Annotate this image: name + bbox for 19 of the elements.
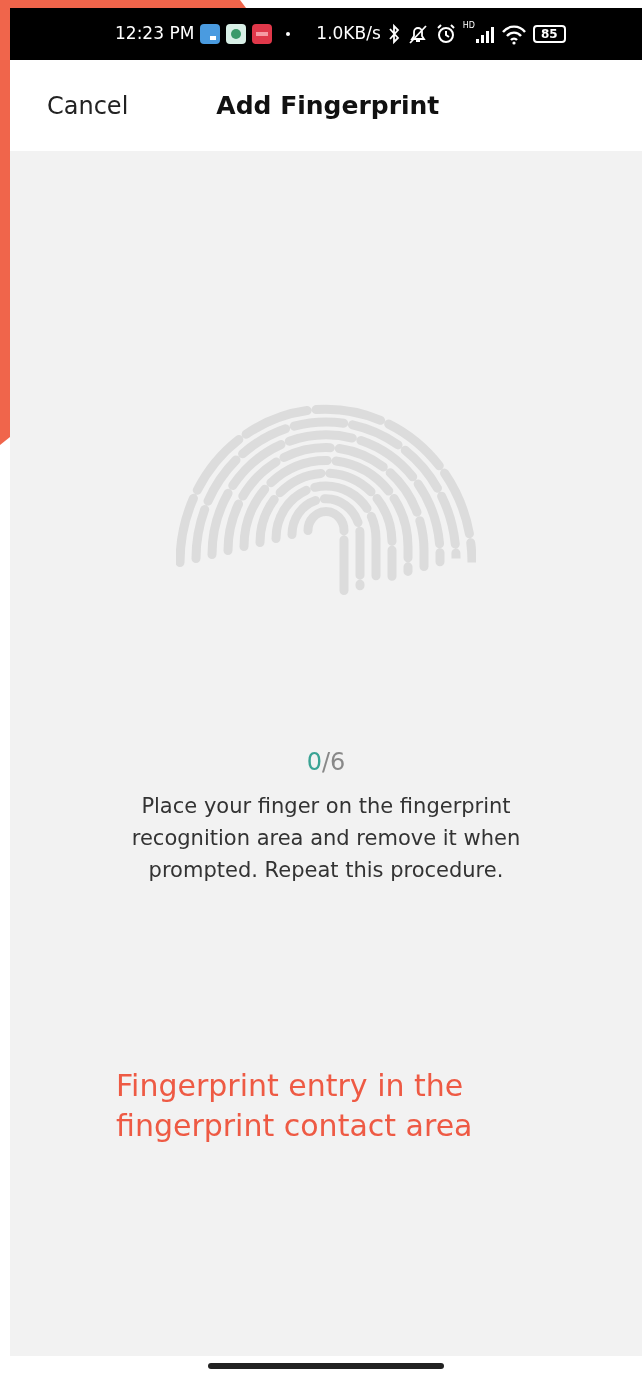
network-speed: 1.0KB/s [316, 22, 381, 46]
app-icon [252, 24, 273, 44]
battery-indicator: 85 [532, 25, 566, 43]
dot-icon [286, 32, 291, 36]
instruction-text: Place your finger on the fingerprint recognition area and remove it when prompted. Repeat this procedure. [130, 793, 522, 884]
progress-count: 0 [306, 747, 322, 778]
app-icon [200, 24, 221, 44]
wifi-icon [500, 23, 527, 45]
network-type-label: HD [462, 20, 475, 32]
signal-icon [474, 24, 495, 44]
page-title: Add Fingerprint [216, 89, 440, 122]
progress-total: /6 [321, 747, 346, 778]
annotation-text: Fingerprint entry in the fingerprint contact area [116, 1067, 474, 1145]
muted-bell-icon [406, 23, 429, 45]
app-icon [226, 24, 247, 44]
bluetooth-icon [386, 23, 401, 45]
status-time: 12:23 PM [115, 22, 195, 46]
home-indicator[interactable] [208, 1363, 444, 1369]
cancel-button[interactable]: Cancel [47, 87, 129, 124]
